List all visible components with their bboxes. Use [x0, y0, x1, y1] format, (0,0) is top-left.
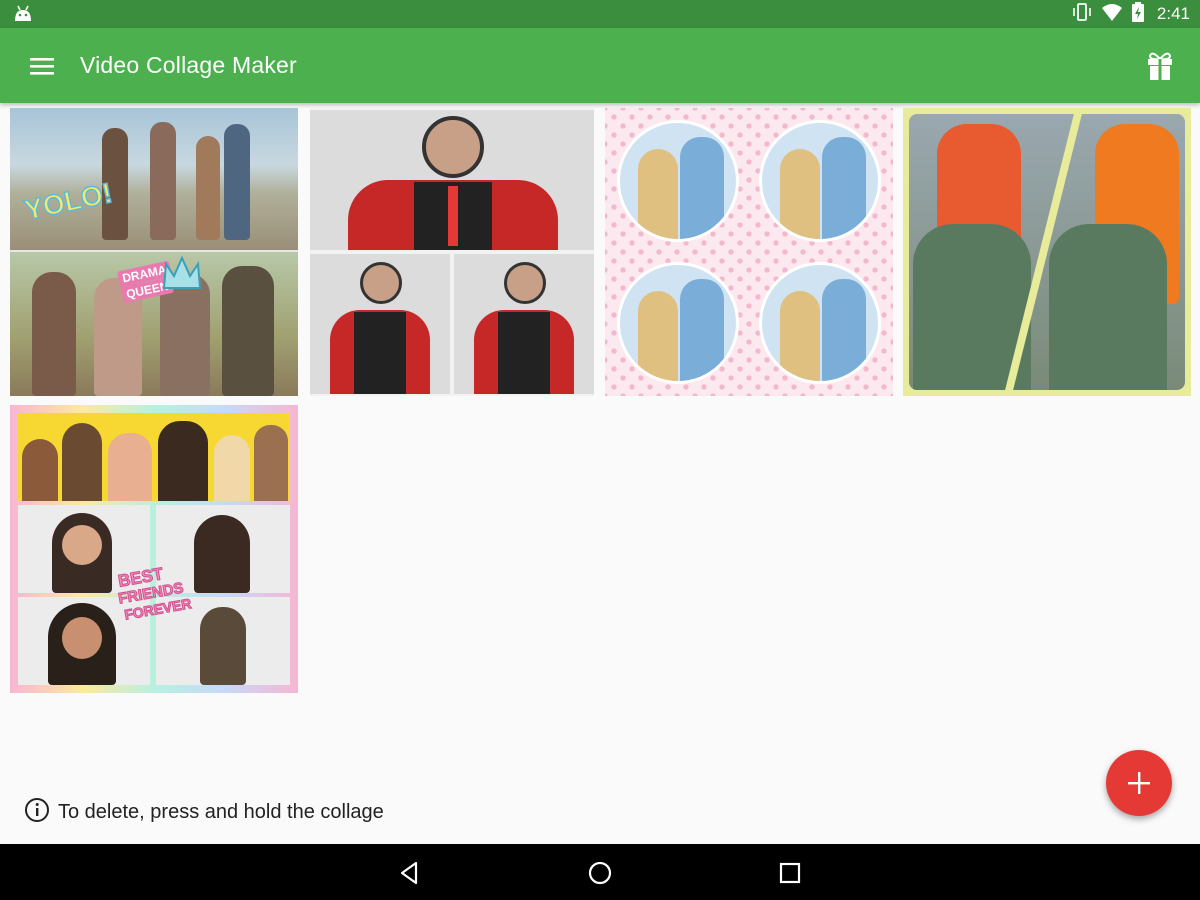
photo-person [32, 272, 76, 396]
collage-thumbnail-2[interactable] [310, 108, 594, 396]
collage-circle-panel [617, 120, 739, 242]
status-time: 2:41 [1156, 4, 1190, 23]
photo-person [222, 266, 274, 396]
photo-person [638, 149, 678, 239]
home-icon[interactable] [584, 857, 616, 889]
photo-person [158, 421, 208, 501]
photo-person [62, 617, 102, 659]
photo-person [108, 433, 152, 501]
gift-icon[interactable] [1142, 48, 1178, 84]
photo-person [448, 186, 458, 246]
plus-icon [1126, 770, 1152, 801]
photo-person [62, 423, 102, 501]
collage-panel: DRAMA QUEEN [10, 252, 298, 396]
collage-panel: YOLO! [10, 108, 298, 250]
collage-panel [310, 254, 450, 394]
collage-thumbnail-5[interactable]: BEST FRIENDS FOREVER [10, 405, 298, 693]
photo-person [422, 116, 484, 178]
back-icon[interactable] [394, 857, 426, 889]
photo-person [680, 279, 724, 381]
status-bar: 2:41 [0, 0, 1200, 28]
photo-person [780, 291, 820, 381]
status-icons: 2:41 [1071, 0, 1190, 28]
photo-person [254, 425, 288, 501]
photo-person [780, 149, 820, 239]
photo-person [196, 136, 220, 240]
photo-person [62, 525, 102, 565]
hamburger-menu-icon[interactable] [22, 49, 62, 83]
battery-charging-icon [1131, 1, 1145, 28]
photo-person [22, 439, 58, 501]
photo-person [504, 262, 546, 304]
hint-text: To delete, press and hold the collage [58, 800, 384, 823]
photo-person [822, 137, 866, 239]
add-collage-button[interactable] [1106, 750, 1172, 816]
collage-panel [454, 254, 594, 394]
crown-icon [160, 252, 204, 301]
wifi-icon [1101, 2, 1123, 27]
collage-thumbnail-1[interactable]: YOLO! DRAMA QUEEN [10, 108, 298, 396]
collage-panel [18, 413, 290, 501]
collage-circle-panel [617, 262, 739, 384]
photo-person [150, 122, 176, 240]
photo-person [200, 607, 246, 685]
photo-person [822, 279, 866, 381]
photo-person [680, 137, 724, 239]
photo-person [354, 312, 406, 394]
collage-thumbnail-4[interactable] [903, 108, 1191, 396]
photo-person [498, 312, 550, 394]
delete-hint: To delete, press and hold the collage [24, 797, 384, 828]
photo-person [214, 435, 250, 501]
recents-icon[interactable] [774, 857, 806, 889]
collage-thumbnail-3[interactable] [605, 108, 893, 396]
app-toolbar: Video Collage Maker [0, 28, 1200, 103]
collage-panel [310, 110, 594, 250]
system-nav-bar [0, 844, 1200, 900]
photo-person [194, 515, 250, 593]
photo-person [1049, 224, 1167, 390]
photo-person [638, 291, 678, 381]
collage-circle-panel [759, 262, 881, 384]
collage-circle-panel [759, 120, 881, 242]
info-icon [24, 797, 50, 828]
vibrate-icon [1071, 2, 1093, 27]
android-icon [12, 4, 34, 24]
photo-person [360, 262, 402, 304]
photo-person [224, 124, 250, 240]
page-title: Video Collage Maker [80, 52, 297, 78]
